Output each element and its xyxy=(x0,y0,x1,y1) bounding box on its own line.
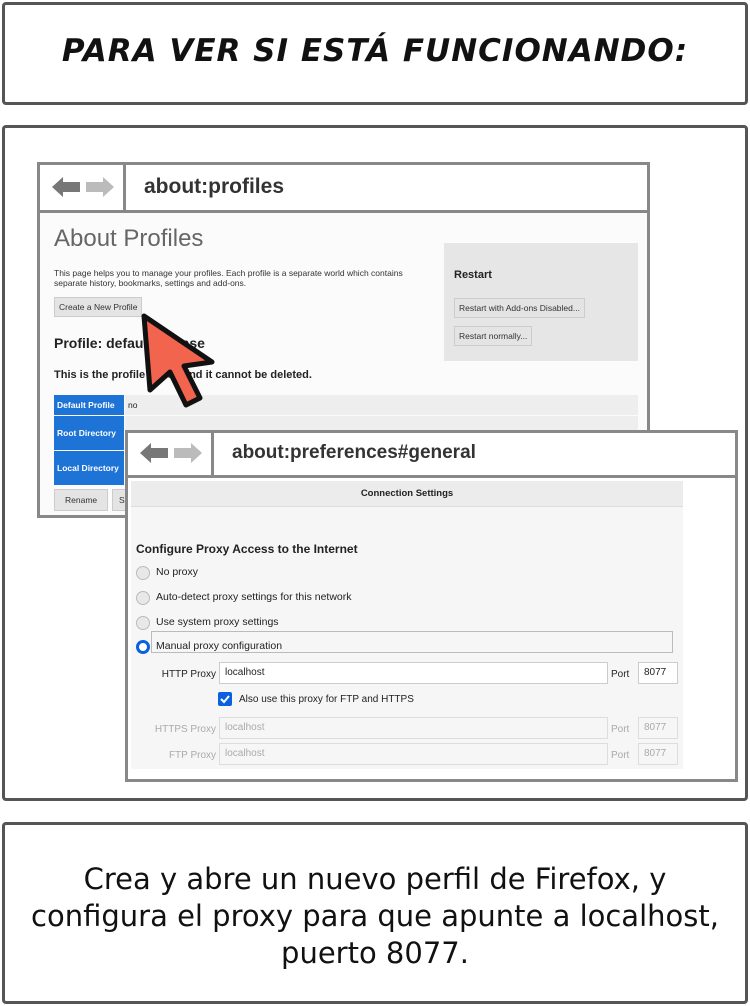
url-text[interactable]: about:preferences#general xyxy=(232,442,476,464)
pointer-cursor-icon xyxy=(141,313,215,408)
nav-buttons xyxy=(128,433,214,475)
radio-label: Manual proxy configuration xyxy=(156,640,283,652)
http-port-label: Port xyxy=(611,669,630,680)
title-panel: PARA VER SI ESTÁ FUNCIONANDO: xyxy=(2,2,748,105)
table-key: Default Profile xyxy=(54,395,124,415)
address-bar: about:preferences#general xyxy=(128,433,735,478)
section-title: Configure Proxy Access to the Internet xyxy=(136,542,358,556)
ftp-proxy-input[interactable]: localhost xyxy=(219,743,608,765)
https-port-input[interactable]: 8077 xyxy=(638,717,678,739)
http-proxy-input[interactable]: localhost xyxy=(219,662,608,684)
caption-panel: Crea y abre un nuevo perfil de Firefox, … xyxy=(2,822,748,1004)
table-key: Root Directory xyxy=(54,416,124,450)
http-port-input[interactable]: 8077 xyxy=(638,662,678,684)
http-proxy-label: HTTP Proxy xyxy=(161,669,216,680)
https-proxy-input[interactable]: localhost xyxy=(219,717,608,739)
page-heading: About Profiles xyxy=(54,225,204,252)
dialog-title-bar: Connection Settings xyxy=(131,481,683,507)
caption-text: Crea y abre un nuevo perfil de Firefox, … xyxy=(31,862,719,970)
back-arrow-icon[interactable] xyxy=(52,177,80,197)
nav-buttons xyxy=(40,165,126,210)
restart-normally-button[interactable]: Restart normally... xyxy=(454,326,533,346)
preferences-page: Connection Settings Configure Proxy Acce… xyxy=(128,478,735,779)
ftp-port-label: Port xyxy=(611,750,630,761)
ftp-proxy-label: FTP Proxy xyxy=(168,750,216,761)
radio-button[interactable] xyxy=(136,591,150,605)
restart-title: Restart xyxy=(454,269,492,281)
https-proxy-label: HTTPS Proxy xyxy=(154,724,216,735)
url-text[interactable]: about:profiles xyxy=(144,175,284,199)
forward-arrow-icon[interactable] xyxy=(174,443,202,463)
also-use-label: Also use this proxy for FTP and HTTPS xyxy=(239,694,414,705)
rename-button[interactable]: Rename xyxy=(54,489,109,511)
create-profile-button[interactable]: Create a New Profile xyxy=(54,297,143,317)
page-description: This page helps you to manage your profi… xyxy=(54,268,403,288)
forward-arrow-icon[interactable] xyxy=(86,177,114,197)
ftp-port-input[interactable]: 8077 xyxy=(638,743,678,765)
radio-label: Use system proxy settings xyxy=(156,616,279,628)
table-key: Local Directory xyxy=(54,451,124,485)
connection-settings-dialog: Configure Proxy Access to the Internet N… xyxy=(131,507,683,769)
back-arrow-icon[interactable] xyxy=(140,443,168,463)
radio-button[interactable] xyxy=(136,566,150,580)
radio-label: No proxy xyxy=(156,566,199,578)
radio-label: Auto-detect proxy settings for this netw… xyxy=(156,591,352,603)
radio-button[interactable] xyxy=(136,616,150,630)
radio-button-selected[interactable] xyxy=(136,640,150,654)
preferences-browser-window: about:preferences#general Connection Set… xyxy=(125,430,738,782)
checkmark-icon xyxy=(220,695,230,704)
restart-box: Restart Restart with Add-ons Disabled...… xyxy=(444,243,638,361)
https-port-label: Port xyxy=(611,724,630,735)
dialog-title: Connection Settings xyxy=(360,488,454,499)
address-bar: about:profiles xyxy=(40,165,647,213)
panel-title: PARA VER SI ESTÁ FUNCIONANDO: xyxy=(61,33,689,69)
also-use-checkbox[interactable] xyxy=(218,692,232,706)
restart-addons-disabled-button[interactable]: Restart with Add-ons Disabled... xyxy=(454,298,585,318)
